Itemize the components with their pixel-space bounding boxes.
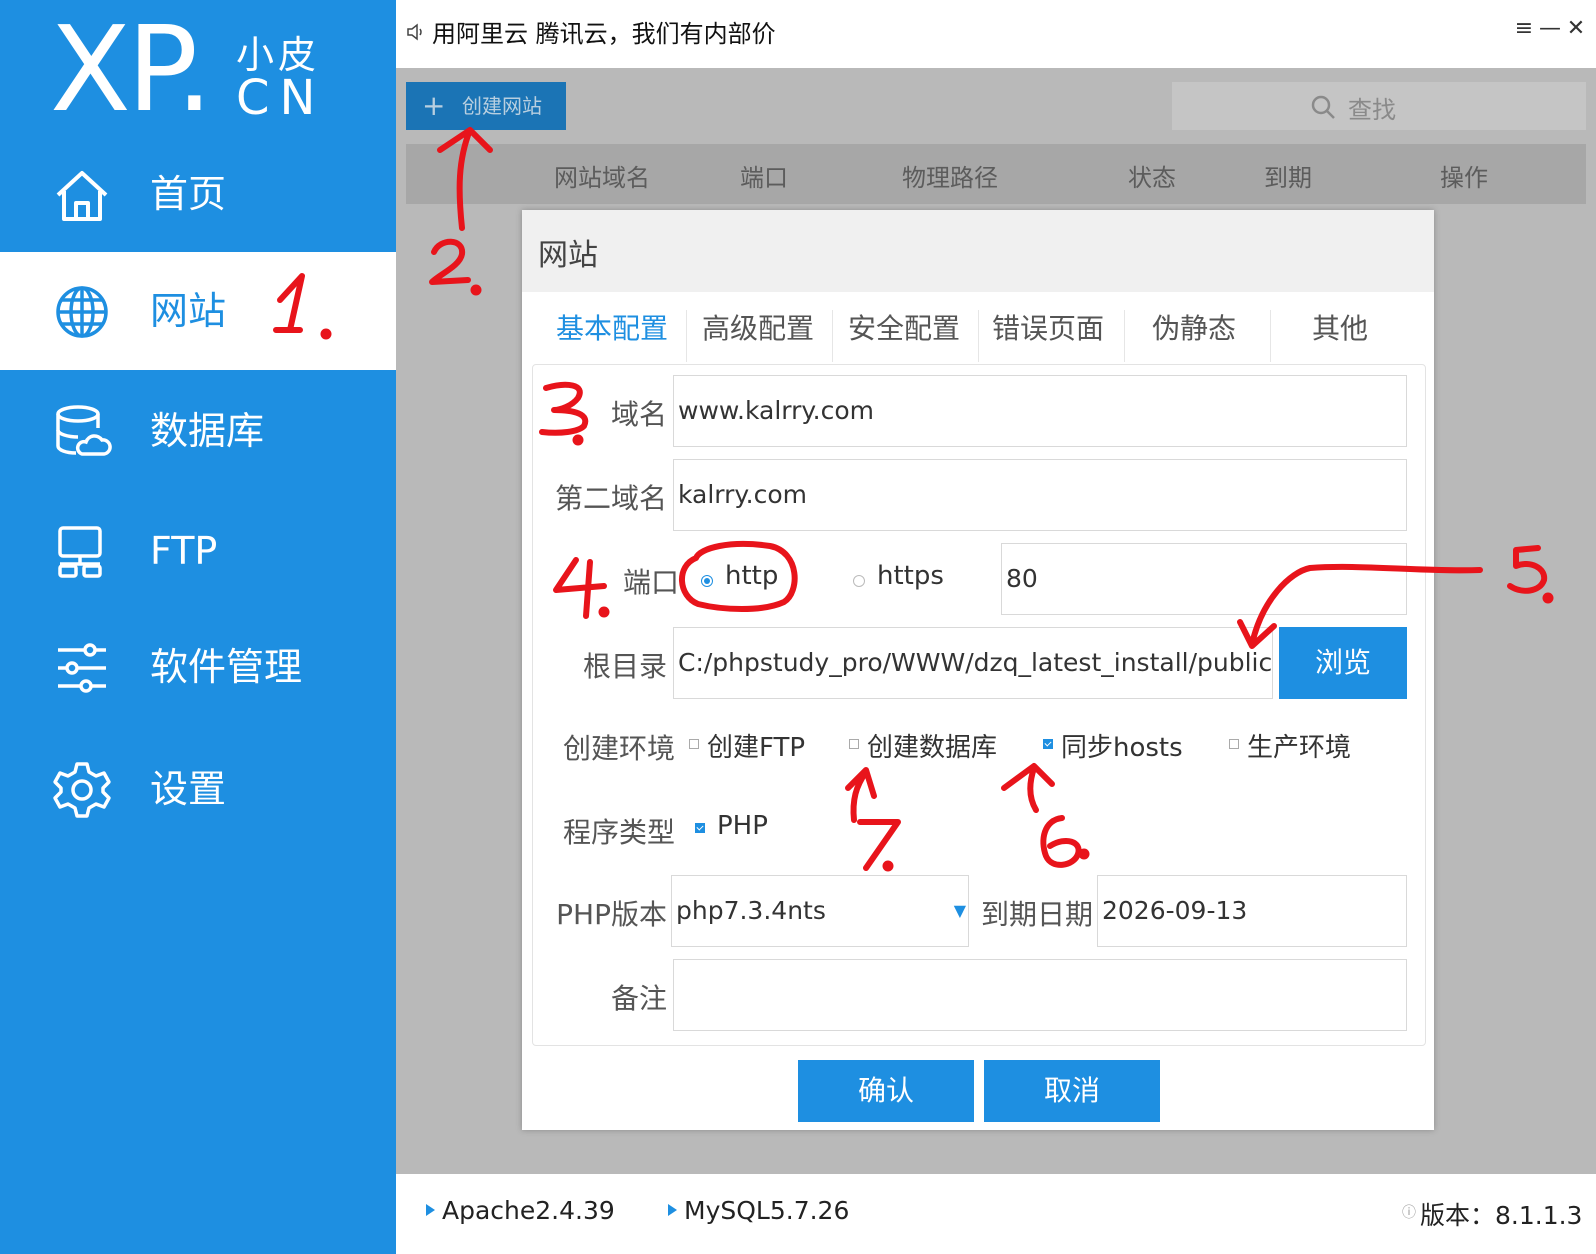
logo-text-small-bottom: CN: [236, 70, 326, 126]
tab-other[interactable]: 其他: [1270, 304, 1410, 364]
status-bar: Apache2.4.39 MySQL5.7.26 ⓘ 版本：8.1.1.3: [396, 1174, 1596, 1254]
home-icon: [52, 165, 112, 225]
database-icon: [52, 402, 112, 462]
globe-icon: [52, 282, 112, 342]
second-domain-field[interactable]: kalrry.com: [673, 459, 1407, 531]
production-env-checkbox[interactable]: [1229, 739, 1239, 749]
port-field[interactable]: 80: [1001, 543, 1407, 615]
note-field[interactable]: [673, 959, 1407, 1031]
column-header-expiry: 到期: [1264, 164, 1312, 192]
tab-security-config[interactable]: 安全配置: [834, 304, 974, 364]
play-icon: [426, 1204, 435, 1216]
cancel-button[interactable]: 取消: [984, 1060, 1160, 1122]
http-radio[interactable]: [701, 575, 713, 587]
second-domain-label: 第二域名: [554, 482, 667, 515]
php-checkbox-label[interactable]: PHP: [717, 811, 768, 841]
chevron-down-icon: ▼: [953, 901, 966, 920]
expiry-date-label: 到期日期: [980, 898, 1093, 931]
search-icon: [1310, 94, 1336, 120]
create-ftp-checkbox[interactable]: [689, 739, 699, 749]
table-header: 网站域名 端口 物理路径 状态 到期 操作: [406, 144, 1586, 204]
mysql-status[interactable]: MySQL5.7.26: [684, 1196, 849, 1225]
search-label: 查找: [1348, 96, 1396, 124]
https-radio[interactable]: [853, 575, 865, 587]
sidebar-item-home[interactable]: 首页: [0, 135, 396, 253]
promo-notice[interactable]: 用阿里云 腾讯云，我们有内部价: [432, 14, 776, 49]
column-header-domain: 网站域名: [554, 164, 650, 192]
domain-label: 域名: [610, 398, 667, 431]
create-website-button[interactable]: + 创建网站: [406, 82, 566, 130]
sidebar-item-label: 软件管理: [150, 645, 303, 689]
info-icon: ⓘ: [1402, 1205, 1416, 1221]
tab-divider: [686, 310, 687, 362]
browse-button[interactable]: 浏览: [1279, 627, 1407, 699]
logo-text-big: XP.: [50, 0, 213, 138]
domain-field[interactable]: www.kalrry.com: [673, 375, 1407, 447]
create-db-label[interactable]: 创建数据库: [867, 727, 997, 764]
create-ftp-label[interactable]: 创建FTP: [707, 727, 805, 764]
column-header-status: 状态: [1128, 164, 1176, 192]
close-button[interactable]: ✕: [1562, 16, 1590, 41]
php-version-label: PHP版本: [556, 898, 667, 931]
expiry-date-field[interactable]: 2026-09-13: [1097, 875, 1407, 947]
column-header-path: 物理路径: [902, 164, 998, 192]
menu-icon[interactable]: ≡: [1510, 16, 1538, 41]
gear-icon: [52, 760, 112, 820]
app-logo: XP. 小皮 CN: [50, 4, 370, 134]
confirm-button[interactable]: 确认: [798, 1060, 974, 1122]
sidebar-item-software[interactable]: 软件管理: [0, 608, 396, 726]
sidebar-item-website[interactable]: 网站: [0, 252, 396, 370]
http-radio-label[interactable]: http: [725, 561, 778, 591]
https-radio-label[interactable]: https: [877, 561, 944, 591]
tab-divider: [832, 310, 833, 362]
top-bar: 用阿里云 腾讯云，我们有内部价 ≡ — ✕: [396, 0, 1596, 68]
sidebar-item-label: 网站: [150, 289, 227, 333]
sidebar-item-label: 首页: [150, 172, 227, 216]
create-website-label: 创建网站: [462, 94, 542, 118]
port-label: 端口: [622, 566, 679, 599]
sync-hosts-checkbox[interactable]: [1043, 739, 1053, 749]
apache-status[interactable]: Apache2.4.39: [442, 1196, 615, 1225]
sidebar: XP. 小皮 CN 首页 网站 数据库 FTP 软件管理 设置: [0, 0, 396, 1254]
sidebar-item-label: 设置: [150, 767, 227, 811]
dialog-header: 网站: [522, 210, 1434, 292]
production-env-label[interactable]: 生产环境: [1247, 727, 1351, 764]
root-dir-label: 根目录: [582, 650, 667, 683]
search-input[interactable]: 查找: [1172, 82, 1586, 130]
version-label: 版本：8.1.1.3: [1420, 1201, 1583, 1230]
tab-error-pages[interactable]: 错误页面: [978, 304, 1118, 364]
program-type-label: 程序类型: [562, 816, 675, 849]
sidebar-item-label: 数据库: [150, 409, 265, 453]
php-version-value: php7.3.4nts: [676, 896, 826, 925]
env-label: 创建环境: [562, 732, 675, 765]
sidebar-item-settings[interactable]: 设置: [0, 730, 396, 848]
php-version-select[interactable]: php7.3.4nts ▼: [671, 875, 969, 947]
column-header-actions: 操作: [1440, 164, 1488, 192]
note-label: 备注: [610, 982, 667, 1015]
sliders-icon: [52, 638, 112, 698]
monitor-icon: [52, 522, 112, 582]
sidebar-item-database[interactable]: 数据库: [0, 372, 396, 490]
speaker-icon: [406, 22, 426, 42]
php-checkbox[interactable]: [695, 823, 705, 833]
create-db-checkbox[interactable]: [849, 739, 859, 749]
dialog-title: 网站: [538, 238, 598, 273]
column-header-port: 端口: [740, 164, 788, 192]
basic-config-form: 域名 www.kalrry.com 第二域名 kalrry.com 端口 htt…: [532, 364, 1426, 1046]
root-dir-field[interactable]: C:/phpstudy_pro/WWW/dzq_latest_install/p…: [673, 627, 1273, 699]
plus-icon: +: [422, 89, 446, 122]
sidebar-item-label: FTP: [150, 529, 218, 573]
minimize-button[interactable]: —: [1536, 16, 1564, 41]
sync-hosts-label[interactable]: 同步hosts: [1061, 727, 1183, 764]
play-icon: [668, 1204, 677, 1216]
tab-rewrite[interactable]: 伪静态: [1124, 304, 1264, 364]
tab-advanced-config[interactable]: 高级配置: [688, 304, 828, 364]
website-dialog: 网站 基本配置 高级配置 安全配置 错误页面 伪静态 其他 域名 www.kal…: [522, 210, 1434, 1130]
tab-basic-config[interactable]: 基本配置: [542, 304, 682, 366]
sidebar-item-ftp[interactable]: FTP: [0, 492, 396, 610]
